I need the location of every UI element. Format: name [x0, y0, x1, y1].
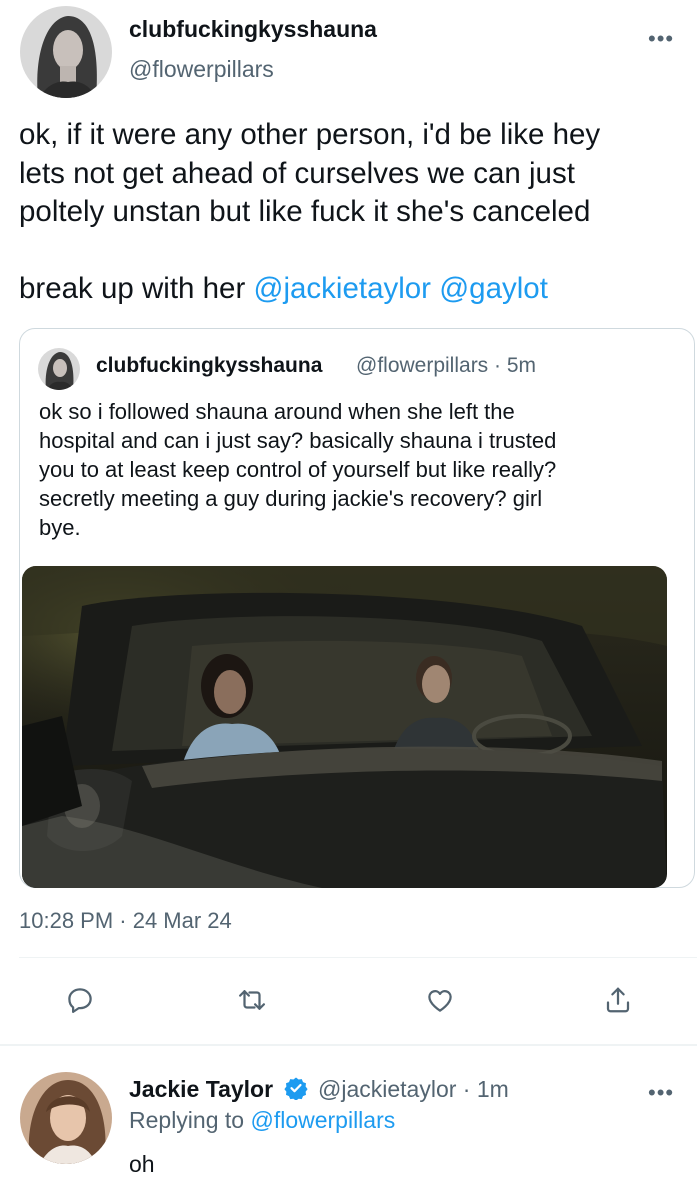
- mention-link[interactable]: @gaylot: [439, 272, 548, 305]
- retweet-icon: [239, 990, 265, 1010]
- reply-author-avatar[interactable]: [20, 1072, 112, 1164]
- share-icon: [606, 987, 630, 1013]
- quoted-text-line: hospital and can i just say? basically s…: [39, 428, 557, 453]
- retweet-button[interactable]: [230, 978, 274, 1022]
- quoted-text-line: you to at least keep control of yourself…: [39, 457, 557, 482]
- reply-text: oh: [129, 1151, 155, 1177]
- more-options-icon[interactable]: •••: [648, 26, 674, 52]
- reply-author-meta[interactable]: @jackietaylor · 1m: [318, 1076, 509, 1103]
- tweet-text-line: lets not get ahead of curselves we can j…: [19, 156, 575, 190]
- tweet-text-prefix: break up with her: [19, 272, 254, 305]
- reply-more-options-icon[interactable]: •••: [648, 1080, 674, 1106]
- quoted-author-meta: @flowerpillars · 5m: [356, 354, 537, 377]
- author-name[interactable]: clubfuckingkysshauna: [129, 16, 377, 43]
- like-icon: [428, 990, 452, 1012]
- quoted-text-line: secretly meeting a guy during jackie's r…: [39, 486, 543, 511]
- replying-to-link[interactable]: @flowerpillars: [250, 1107, 395, 1133]
- quoted-text-line: bye.: [39, 515, 81, 540]
- reply-icon: [68, 988, 92, 1013]
- replying-prefix: Replying to: [129, 1107, 251, 1133]
- tweet-text-line: poltely unstan but like fuck it she's ca…: [19, 195, 591, 228]
- share-button[interactable]: [596, 978, 640, 1022]
- like-button[interactable]: [418, 978, 462, 1022]
- quoted-author-avatar: [38, 348, 80, 390]
- verified-badge-icon: [284, 1076, 308, 1101]
- tweet-text-spacer: [19, 232, 679, 271]
- reply-author-name[interactable]: Jackie Taylor: [129, 1076, 273, 1103]
- quoted-author-name: clubfuckingkysshauna: [96, 354, 323, 377]
- quoted-tweet-text: ok so i followed shauna around when she …: [39, 397, 679, 542]
- mention-link[interactable]: @jackietaylor: [254, 272, 432, 305]
- quoted-text-line: ok so i followed shauna around when she …: [39, 399, 515, 424]
- reply-button[interactable]: [58, 978, 102, 1022]
- quoted-tweet-image[interactable]: [22, 566, 667, 888]
- tweet-text: ok, if it were any other person, i'd be …: [19, 116, 679, 309]
- tweet-text-line: break up with her @jackietaylor @gaylot: [19, 270, 679, 309]
- tweet-text-line: ok, if it were any other person, i'd be …: [19, 118, 601, 151]
- divider: [19, 957, 697, 958]
- tweet-timestamp[interactable]: 10:28 PM · 24 Mar 24: [19, 908, 232, 934]
- author-avatar[interactable]: [20, 6, 112, 98]
- section-divider: [0, 1044, 697, 1046]
- replying-to: Replying to @flowerpillars: [129, 1107, 395, 1134]
- author-handle[interactable]: @flowerpillars: [129, 56, 274, 83]
